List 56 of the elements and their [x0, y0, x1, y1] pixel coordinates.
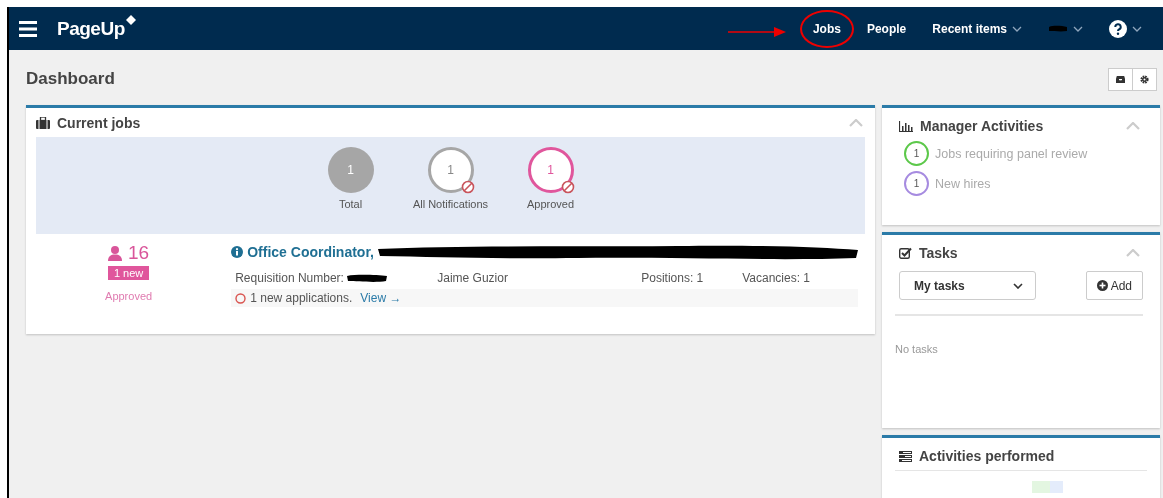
nav-dropdown[interactable]: Recent items [919, 9, 1035, 48]
panel-title: Manager Activities [920, 118, 1044, 134]
chevron-up-icon [1126, 249, 1140, 257]
caret-icon [1012, 25, 1022, 32]
page-title: Dashboard [26, 69, 115, 89]
plus-icon [1096, 280, 1108, 291]
diamond-icon [125, 14, 136, 25]
help-icon [1109, 19, 1127, 38]
positions-count: Positions: 1 [641, 271, 705, 285]
nav-link[interactable]: People [853, 9, 920, 48]
vacancies-count: Vacancies: 1 [742, 271, 811, 285]
redaction-mark [1048, 25, 1068, 32]
menu-icon [19, 20, 37, 37]
caret-icon [1013, 282, 1023, 289]
stat-label: Total [338, 198, 363, 210]
gear-icon [1140, 74, 1149, 84]
recruiter-name: Jaime Guzior [437, 271, 509, 285]
count-circle[interactable]: 1 [904, 141, 929, 166]
checkbox-icon [899, 247, 912, 259]
inbox-icon [1116, 75, 1125, 83]
panel-title: Tasks [919, 245, 958, 261]
count-circle[interactable]: 1 [427, 147, 474, 193]
list-icon [899, 450, 912, 462]
applicant-count: 16 [128, 242, 150, 264]
bar-chart-icon [899, 120, 913, 132]
circle-icon [235, 292, 247, 304]
nav-link[interactable]: Jobs [799, 9, 854, 48]
count-circle[interactable]: 1 [527, 147, 574, 193]
caret-icon [1132, 25, 1142, 32]
person-icon [108, 245, 123, 261]
briefcase-icon [36, 117, 50, 129]
new-badge: 1 new [107, 266, 150, 280]
panel-title: Activities performed [919, 448, 1055, 464]
view-link[interactable]: View → [360, 291, 402, 305]
stat-label: Approved [526, 198, 575, 210]
info-icon [231, 246, 244, 258]
annotation-arrow [727, 25, 786, 38]
job-title-link[interactable]: Office Coordinator, [247, 244, 374, 260]
caret-icon [1073, 25, 1083, 32]
task-filter-dropdown[interactable]: My tasks [899, 271, 1036, 300]
ban-icon [460, 180, 475, 194]
settings-button[interactable] [1132, 67, 1157, 91]
stat-label: All Notifications [412, 198, 489, 210]
chevron-up-icon [849, 119, 863, 127]
notice-text: 1 new applications. [250, 291, 353, 305]
chevron-up-icon [1126, 122, 1140, 130]
job-status: Approved [105, 290, 153, 302]
inbox-button[interactable] [1108, 67, 1133, 91]
ban-icon [560, 180, 575, 194]
empty-message: No tasks [894, 342, 939, 357]
logo-text: PageUp [57, 17, 125, 40]
requisition-label: Requisition Number: [235, 271, 344, 285]
panel-title: Current jobs [57, 115, 141, 131]
menu-button[interactable] [19, 20, 37, 37]
add-button[interactable]: Add [1085, 271, 1143, 300]
count-circle[interactable]: 1 [904, 171, 929, 196]
